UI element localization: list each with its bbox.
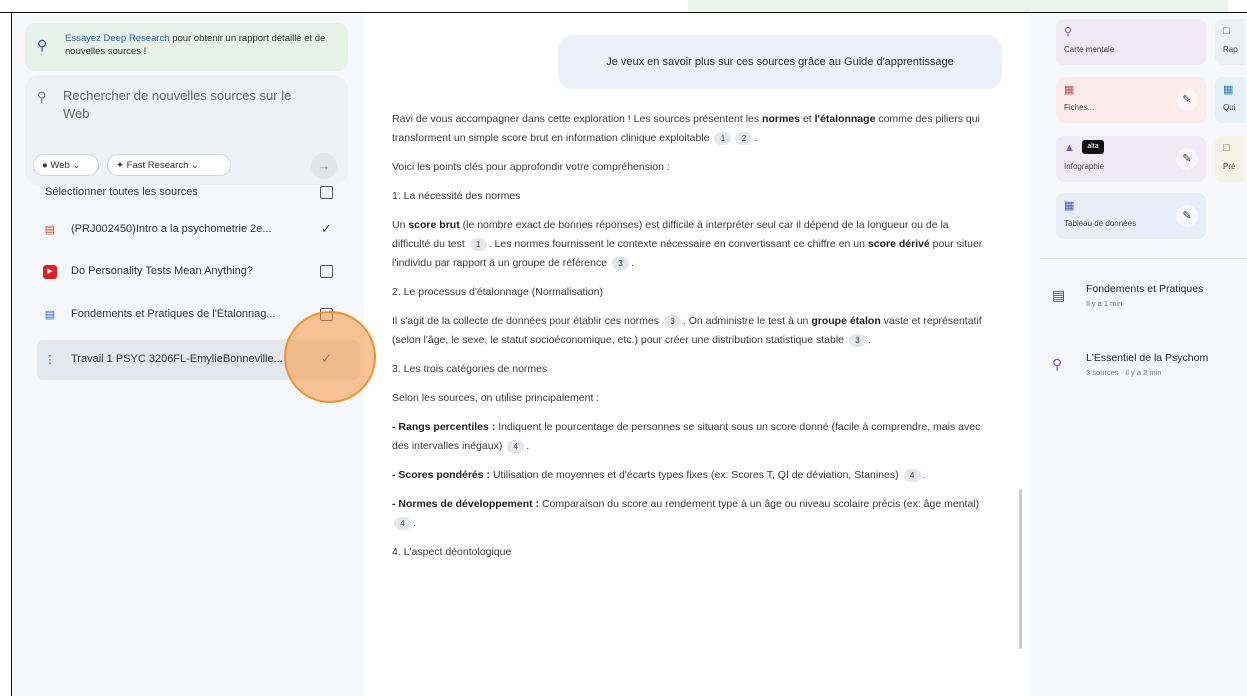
assistant-answer: Ravi de vous accompagner dans cette expl…: [392, 110, 988, 572]
infographic-tile[interactable]: ▲ alta Infographie ✎: [1056, 136, 1206, 182]
mind-map-tile[interactable]: ⚲ Carte mentale: [1056, 19, 1206, 65]
citation-chip[interactable]: 2: [735, 131, 753, 145]
arrow-right-icon: →: [317, 158, 331, 173]
presentation-tile[interactable]: □ Pré: [1215, 136, 1245, 182]
search-input[interactable]: Rechercher de nouvelles sources sur le W…: [63, 87, 313, 123]
quiz-icon: ▦: [1223, 84, 1234, 96]
note-title: L'Essentiel de la Psychom: [1086, 352, 1209, 364]
tile-label: Qui: [1223, 103, 1236, 112]
data-table-tile[interactable]: ▦ Tableau de données ✎: [1056, 193, 1206, 239]
citation-chip[interactable]: 4: [507, 439, 525, 453]
deep-research-banner[interactable]: ⚲ Essayez Deep Research pour obtenir un …: [25, 23, 348, 71]
web-source-dropdown[interactable]: ● Web ⌄: [33, 154, 99, 176]
globe-icon: ●: [42, 160, 48, 171]
text-file-icon: ⋮: [44, 354, 56, 366]
mind-map-icon: ⚲: [1064, 26, 1073, 38]
source-title: Do Personality Tests Mean Anything?: [71, 265, 254, 277]
research-mode-dropdown[interactable]: ✦ Fast Research ⌄: [107, 154, 231, 176]
source-title: Fondements et Pratiques de l'Étalonnag..…: [71, 308, 276, 320]
section-heading: 1. La nécessité des normes: [392, 190, 521, 202]
section-paragraph: Il s'agit de la collecte de données pour…: [392, 314, 982, 347]
document-icon: ▤: [44, 309, 56, 321]
edit-pencil-icon[interactable]: ✎: [1176, 148, 1198, 170]
note-title: Fondements et Pratiques: [1086, 283, 1204, 295]
source-title: (PRJ002450)Intro a la psychometrie 2e...: [71, 223, 272, 235]
deep-research-link[interactable]: Essayez Deep Research: [65, 33, 170, 44]
bullet-item: - Rangs percentiles : Indiquent le pourc…: [392, 421, 981, 453]
source-checkbox[interactable]: ✓: [320, 222, 333, 236]
quiz-tile[interactable]: ▦ Qui: [1215, 77, 1245, 123]
edit-pencil-icon[interactable]: ✎: [1176, 89, 1198, 111]
tile-label: Carte mentale: [1064, 45, 1115, 54]
flashcards-icon: ▦: [1064, 84, 1075, 96]
citation-chip[interactable]: 1: [714, 131, 732, 145]
citation-chip[interactable]: 3: [848, 333, 866, 347]
section-paragraph: Un score brut (le nombre exact de bonnes…: [392, 219, 983, 270]
select-all-checkbox[interactable]: [320, 186, 333, 199]
note-meta: Il y a 1 min: [1086, 299, 1123, 308]
bullet-item: - Scores pondérés : Utilisation de moyen…: [392, 468, 926, 482]
citation-chip[interactable]: 3: [611, 256, 629, 270]
pdf-icon: ▤: [44, 224, 56, 236]
source-title: Travail 1 PSYC 3206FL-EmylieBonneville..…: [71, 353, 283, 365]
youtube-icon: ▶: [43, 265, 57, 279]
bullet-item: - Normes de développement : Comparaison …: [392, 498, 980, 530]
citation-chip[interactable]: 1: [469, 237, 487, 251]
tile-label: Fiches...: [1064, 103, 1095, 112]
citation-chip[interactable]: 4: [394, 516, 411, 530]
sources-panel: ⚲ Essayez Deep Research pour obtenir un …: [12, 13, 376, 696]
key-points-line: Voici les points clés pour approfondir v…: [392, 161, 670, 173]
section-heading: 3. Les trois catégories de normes: [392, 363, 548, 375]
select-all-label: Sélectionner toutes les sources: [45, 186, 198, 198]
note-icon: ▤: [1052, 287, 1066, 303]
chevron-down-icon: ⌄: [72, 160, 81, 171]
chat-scrollbar[interactable]: [1019, 489, 1022, 649]
sparkle-search-icon: ✦: [116, 160, 124, 171]
tile-label: Rap: [1223, 45, 1238, 54]
report-tile[interactable]: □ Rap: [1215, 19, 1245, 65]
source-checkbox[interactable]: [320, 265, 333, 278]
section-heading: 4. L'aspect déontologique: [392, 546, 512, 558]
studio-panel: ⚲ Carte mentale □ Rap ▦ Fiches... ✎ ▦ Qu…: [1030, 13, 1247, 696]
tile-label: Tableau de données: [1064, 219, 1137, 228]
notification-strip: [688, 0, 1228, 12]
divider: [1040, 258, 1247, 259]
section-paragraph: Selon les sources, on utilise principale…: [392, 392, 600, 404]
select-all-row[interactable]: Sélectionner toutes les sources: [25, 176, 348, 210]
deep-research-text: Essayez Deep Research pour obtenir un ra…: [65, 33, 326, 57]
chat-panel: Je veux en savoir plus sur ces sources g…: [376, 13, 1022, 696]
search-icon: ⚲: [37, 89, 47, 104]
note-meta: 3 sources · Il y a 2 min: [1086, 368, 1162, 377]
table-icon: ▦: [1064, 200, 1075, 212]
section-heading: 2. Le processus d'étalonnage (Normalisat…: [392, 286, 603, 298]
studio-note[interactable]: ▤ Fondements et Pratiques Il y a 1 min: [1052, 281, 1247, 315]
citation-chip[interactable]: 3: [663, 314, 681, 328]
tile-label: Pré: [1223, 162, 1236, 171]
citation-chip[interactable]: 4: [903, 468, 921, 482]
answer-intro: Ravi de vous accompagner dans cette expl…: [392, 113, 980, 145]
mind-map-icon: ⚲: [1052, 356, 1063, 372]
click-indicator: [284, 311, 376, 403]
source-search-box: ⚲ Rechercher de nouvelles sources sur le…: [25, 75, 348, 185]
source-item[interactable]: ▶ Do Personality Tests Mean Anything?: [25, 255, 348, 289]
chevron-down-icon: ⌄: [191, 160, 199, 171]
beta-badge: alta: [1082, 140, 1104, 154]
report-icon: □: [1223, 25, 1230, 37]
deep-research-icon: ⚲: [37, 37, 48, 53]
user-message: Je veux en savoir plus sur ces sources g…: [558, 35, 1002, 89]
tile-label: Infographie: [1064, 162, 1105, 171]
flashcards-tile[interactable]: ▦ Fiches... ✎: [1056, 77, 1206, 123]
studio-note[interactable]: ⚲ L'Essentiel de la Psychom 3 sources · …: [1052, 350, 1247, 384]
source-item[interactable]: ▤ (PRJ002450)Intro a la psychometrie 2e.…: [25, 213, 348, 247]
infographic-icon: ▲: [1064, 142, 1075, 154]
edit-pencil-icon[interactable]: ✎: [1176, 205, 1198, 227]
presentation-icon: □: [1223, 142, 1230, 154]
